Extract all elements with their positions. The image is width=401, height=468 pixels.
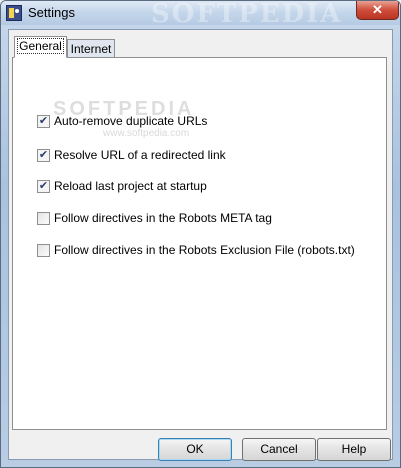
tab-internet-label: Internet <box>70 42 112 56</box>
checkbox-icon[interactable]: ✔ <box>37 148 50 162</box>
settings-window: Settings SOFTPEDIA ✕ General Internet SO… <box>0 0 401 468</box>
checkbox-icon[interactable]: ✔ <box>37 114 50 128</box>
auto-remove-duplicates-option[interactable]: ✔ Auto-remove duplicate URLs <box>37 113 207 129</box>
title-watermark: SOFTPEDIA <box>151 0 343 29</box>
option-label: Resolve URL of a redirected link <box>54 148 226 162</box>
close-button[interactable]: ✕ <box>356 1 399 20</box>
close-icon: ✕ <box>372 2 383 17</box>
reload-last-project-option[interactable]: ✔ Reload last project at startup <box>37 178 207 194</box>
help-button[interactable]: Help <box>317 438 391 461</box>
checkbox-icon[interactable] <box>37 243 50 257</box>
app-icon[interactable] <box>6 5 22 21</box>
tab-general[interactable]: General <box>14 36 67 58</box>
tab-general-label: General <box>17 38 64 54</box>
general-tab-panel: SOFTPEDIA www.softpedia.com ✔ Auto-remov… <box>12 57 387 430</box>
cancel-button[interactable]: Cancel <box>242 438 316 461</box>
tab-internet[interactable]: Internet <box>67 39 115 59</box>
option-label: Follow directives in the Robots Exclusio… <box>54 243 355 257</box>
panel-watermark-url: www.softpedia.com <box>103 128 190 139</box>
robots-meta-option[interactable]: Follow directives in the Robots META tag <box>37 210 272 226</box>
title-bar[interactable]: Settings SOFTPEDIA ✕ <box>1 1 400 29</box>
robots-exclusion-option[interactable]: Follow directives in the Robots Exclusio… <box>37 242 355 258</box>
option-label: Auto-remove duplicate URLs <box>54 114 208 128</box>
checkbox-icon[interactable] <box>37 211 50 225</box>
window-title: Settings <box>28 5 75 20</box>
option-label: Reload last project at startup <box>54 179 207 193</box>
ok-button[interactable]: OK <box>158 438 232 461</box>
checkbox-icon[interactable]: ✔ <box>37 179 50 193</box>
resolve-redirect-option[interactable]: ✔ Resolve URL of a redirected link <box>37 147 226 163</box>
dialog-client-area: General Internet SOFTPEDIA www.softpedia… <box>8 29 393 461</box>
option-label: Follow directives in the Robots META tag <box>54 211 272 225</box>
